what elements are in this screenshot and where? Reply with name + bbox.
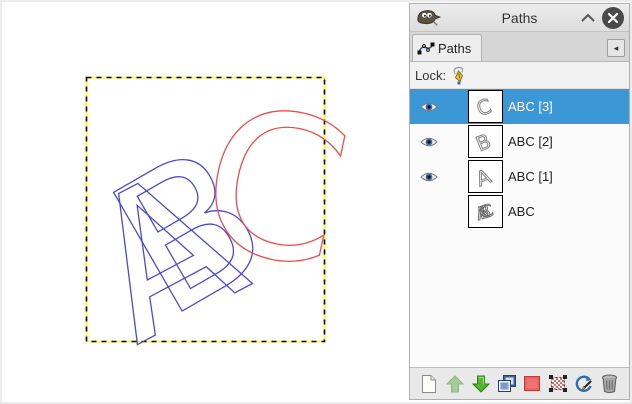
path-row-abc2[interactable]: B ABC [2] [410,124,629,159]
path-list: C ABC [3] B ABC [2] A ABC [1] ABC ABC [410,89,629,367]
path-row-abc3[interactable]: C ABC [3] [410,89,629,124]
gimp-screenshot: A B C Paths Paths ◂ Lock: C ABC [3] B AB… [0,0,632,404]
svg-text:B: B [473,129,495,156]
canvas-drawing: A B C [50,59,366,387]
path-thumbnail[interactable]: B [468,125,503,158]
delete-path-icon[interactable] [599,373,621,395]
bezier-path-icon [417,42,435,55]
tab-label: Paths [438,40,472,56]
paths-toolbar [410,367,629,399]
new-path-icon[interactable] [418,373,440,395]
visibility-eye-icon[interactable] [420,171,438,183]
path-label: ABC [3] [508,99,553,114]
lock-path-strokes-pen-icon[interactable] [451,66,466,85]
tab-paths[interactable]: Paths [412,34,483,61]
path-letter-c: C [183,60,366,315]
close-icon[interactable] [602,6,624,29]
path-label: ABC [1] [508,169,553,184]
lower-path-icon[interactable] [470,373,492,395]
tab-menu-icon[interactable]: ◂ [607,39,625,57]
path-thumbnail[interactable]: C [468,90,503,123]
selection-to-path-icon[interactable] [547,373,569,395]
tab-bar: Paths ◂ [410,32,629,62]
path-to-selection-icon[interactable] [521,373,543,395]
gimp-wilber-icon [417,9,441,26]
visibility-eye-icon[interactable] [420,101,438,113]
path-row-abc[interactable]: ABC ABC [410,194,629,229]
collapse-chevron-icon[interactable] [580,12,596,24]
path-label: ABC [2] [508,134,553,149]
panel-header: Paths [410,4,629,32]
svg-text:A: A [473,164,495,191]
path-thumbnail[interactable]: A [468,160,503,193]
path-row-abc1[interactable]: A ABC [1] [410,159,629,194]
stroke-path-icon[interactable] [573,373,595,395]
svg-text:ABC: ABC [474,201,495,225]
svg-text:C: C [473,94,494,121]
lock-label: Lock: [415,67,447,83]
paths-dialog: Paths Paths ◂ Lock: C ABC [3] B ABC [2] … [409,3,630,400]
lock-row: Lock: [410,62,629,89]
visibility-eye-icon[interactable] [420,136,438,148]
image-canvas[interactable]: A B C [2,2,408,402]
path-outlines: A B C [50,59,366,387]
duplicate-path-icon[interactable] [496,373,518,395]
raise-path-icon[interactable] [444,373,466,395]
path-thumbnail[interactable]: ABC [468,195,503,228]
path-label: ABC [508,204,535,219]
